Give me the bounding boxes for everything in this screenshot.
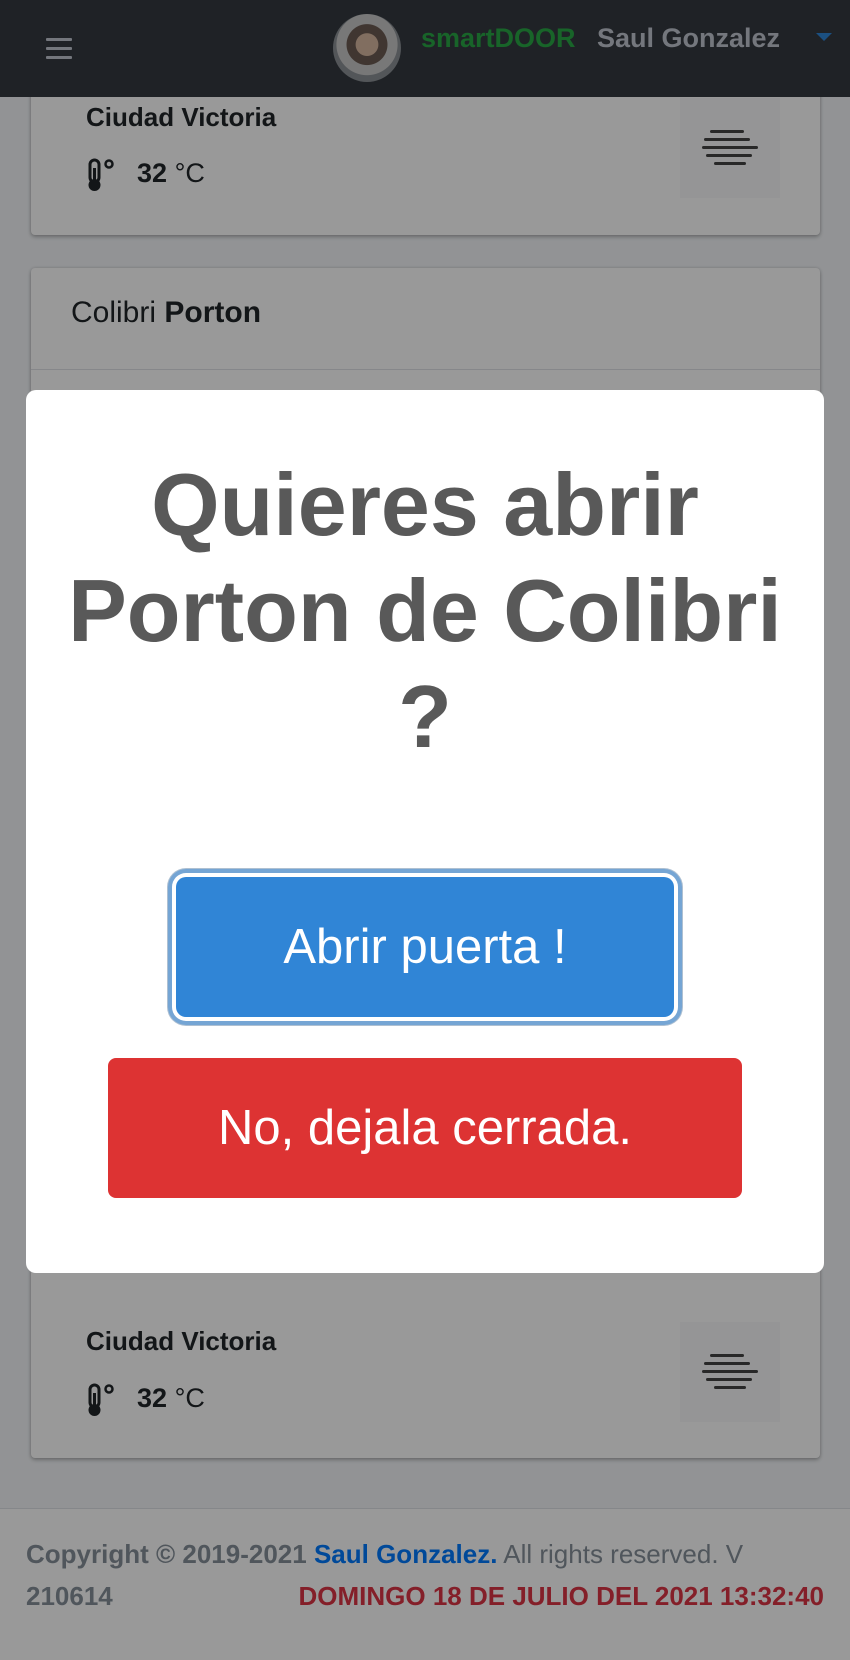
dialog-title: Quieres abrir Porton de Colibri ? (68, 455, 782, 766)
confirm-dialog: Quieres abrir Porton de Colibri ? Abrir … (26, 390, 824, 1273)
open-door-button[interactable]: Abrir puerta ! (176, 877, 674, 1017)
keep-closed-button[interactable]: No, dejala cerrada. (108, 1058, 742, 1198)
